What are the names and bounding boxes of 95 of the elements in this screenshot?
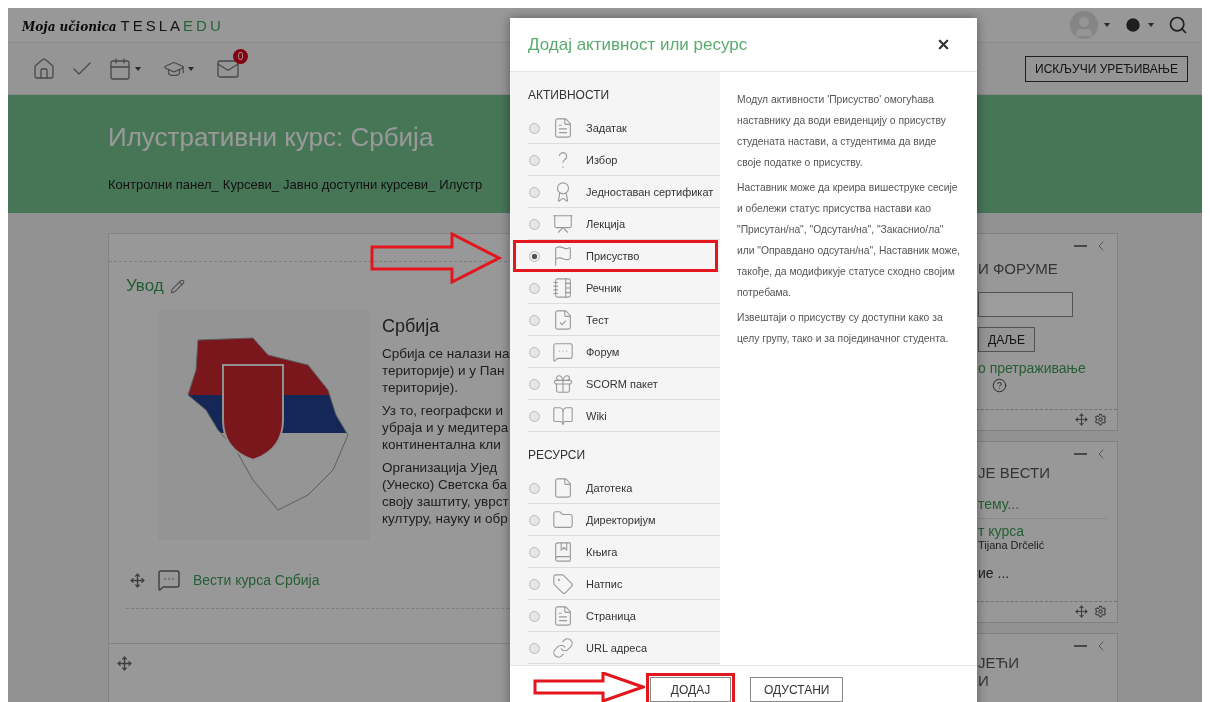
radio-button[interactable]	[529, 378, 540, 390]
pencil-icon	[169, 278, 185, 294]
radio-button[interactable]	[529, 218, 540, 230]
caret-icon	[1104, 23, 1110, 27]
minimize-icon[interactable]	[1074, 245, 1087, 247]
radio-button[interactable]	[529, 546, 540, 558]
search-icon[interactable]	[1168, 15, 1188, 35]
section-title: Увод	[126, 276, 164, 296]
minimize-icon[interactable]	[1074, 645, 1087, 647]
option-label: Форум	[586, 346, 620, 358]
minimize-icon[interactable]	[1074, 453, 1087, 455]
radio-button[interactable]	[529, 186, 540, 198]
module-option[interactable]: Присуство	[510, 240, 720, 272]
radio-button[interactable]	[529, 314, 540, 326]
move-icon	[1075, 413, 1088, 426]
dialog-button[interactable]: ОДУСТАНИ	[750, 677, 844, 702]
caret-icon	[1148, 23, 1154, 27]
option-label: Тест	[586, 314, 609, 326]
option-label: Директоријум	[586, 514, 656, 526]
radio-button[interactable]	[529, 610, 540, 622]
move-icon	[1075, 605, 1088, 618]
option-label: Wiki	[586, 410, 607, 422]
summary-title: Србија	[382, 316, 441, 337]
speech-bubble-icon	[552, 341, 574, 363]
radio-button[interactable]	[529, 250, 540, 262]
block-title: И ФОРУМЕ	[978, 260, 1059, 278]
group-heading: АКТИВНОСТИ	[527, 87, 611, 104]
file-icon	[552, 477, 574, 499]
radio-button[interactable]	[529, 514, 540, 526]
option-label: Лекција	[586, 218, 626, 230]
option-label: Присуство	[586, 250, 640, 262]
caret-icon	[135, 66, 141, 71]
radio-button[interactable]	[529, 482, 540, 494]
summary-paragraph: Уз то, географски и убраја и у медитера континентална кли	[382, 402, 510, 453]
module-description: Извештаји о присуству су доступни како за целу групу, тако и за појединачног студента.	[737, 311, 950, 346]
settings-icon	[1094, 605, 1107, 618]
breadcrumb-link[interactable]: Курсеви_	[222, 177, 280, 192]
gift-icon	[552, 373, 574, 395]
option-label: Речник	[586, 282, 622, 294]
link-icon	[552, 637, 574, 659]
option-label: Једноставан сертификат	[586, 186, 714, 198]
option-label: Натпис	[586, 578, 623, 590]
module-description: Наставник може да креира вишеструке сесије и обележи статус присуства настави као "Присутан/на", "Одсутан/на", "Закаснио/ла" или "Оправдано одсутан/на", Наставник може, такође, да модификује статусе сходно својим потребама.	[737, 181, 961, 300]
radio-button[interactable]	[529, 282, 540, 294]
option-label: Задатак	[586, 122, 627, 134]
caret-icon	[188, 66, 194, 71]
dialog-title: Додај активност или ресурс	[528, 34, 748, 55]
summary-paragraph: Србија се налази на територије) и у Пан територије).	[382, 345, 510, 396]
close-icon[interactable]	[936, 37, 951, 52]
breadcrumb-link[interactable]: Јавно доступни курсеви_	[283, 177, 436, 192]
tag-icon	[552, 573, 574, 595]
move-icon	[117, 656, 132, 671]
notebook-icon	[552, 277, 574, 299]
option-label: Страница	[586, 610, 636, 622]
help-icon	[992, 378, 1007, 393]
radio-button[interactable]	[529, 578, 540, 590]
flag-icon	[552, 245, 574, 267]
calendar-icon	[108, 56, 132, 81]
checklist-document-icon	[552, 309, 574, 331]
block-title: ЈЕЋИ И	[978, 654, 1021, 690]
radio-button[interactable]	[529, 346, 540, 358]
option-label: Избор	[586, 154, 618, 166]
edit-mode-button[interactable]: ИСКЉУЧИ УРЕЂИВАЊЕ	[1025, 55, 1188, 82]
summary-paragraph: Организација Ујед (Унеско) Светска ба своју заштиту, уврст културу, науку и обр	[382, 459, 510, 527]
post-author: Tijana Drčelić	[978, 539, 1046, 551]
breadcrumb-link[interactable]: Илустр	[439, 177, 483, 192]
module-description: Модул активности 'Присуство' омогућава наставнику да води евиденцију о присуству студената настави, а студентима да виде своје податке о присуству.	[737, 93, 947, 170]
book-icon	[552, 405, 574, 427]
radio-button[interactable]	[529, 154, 540, 166]
radio-button[interactable]	[529, 122, 540, 134]
search-input[interactable]	[978, 292, 1073, 317]
go-button[interactable]: ДАЉЕ	[978, 327, 1035, 352]
home-icon	[32, 56, 56, 81]
message-count-badge: 0	[233, 48, 248, 64]
option-label: Књига	[586, 546, 618, 558]
block-title: ЈЕ ВЕСТИ	[978, 464, 1051, 482]
older-topics-link[interactable]: ие ...	[978, 565, 1117, 581]
easel-icon	[552, 213, 574, 235]
option-label: SCORM пакет	[586, 378, 658, 390]
group-heading: РЕСУРСИ	[527, 447, 587, 464]
option-label: URL адреса	[586, 642, 648, 654]
radio-button[interactable]	[529, 410, 540, 422]
option-label: Датотека	[586, 482, 633, 494]
speech-bubble-icon	[157, 568, 181, 592]
page-icon	[552, 605, 574, 627]
bookmark-book-icon	[552, 541, 574, 563]
dialog-button[interactable]: ДОДАЈ	[650, 677, 731, 702]
course-title: Илустративни курс: Србија	[108, 122, 434, 153]
breadcrumb-link[interactable]: Контролни панел_	[108, 177, 219, 192]
folder-icon	[552, 509, 574, 531]
radio-button[interactable]	[529, 642, 540, 654]
site-logo[interactable]: Moja učionica TESLA EDU	[22, 16, 224, 34]
settings-icon	[1094, 413, 1107, 426]
document-icon	[552, 117, 574, 139]
move-icon	[130, 572, 145, 588]
